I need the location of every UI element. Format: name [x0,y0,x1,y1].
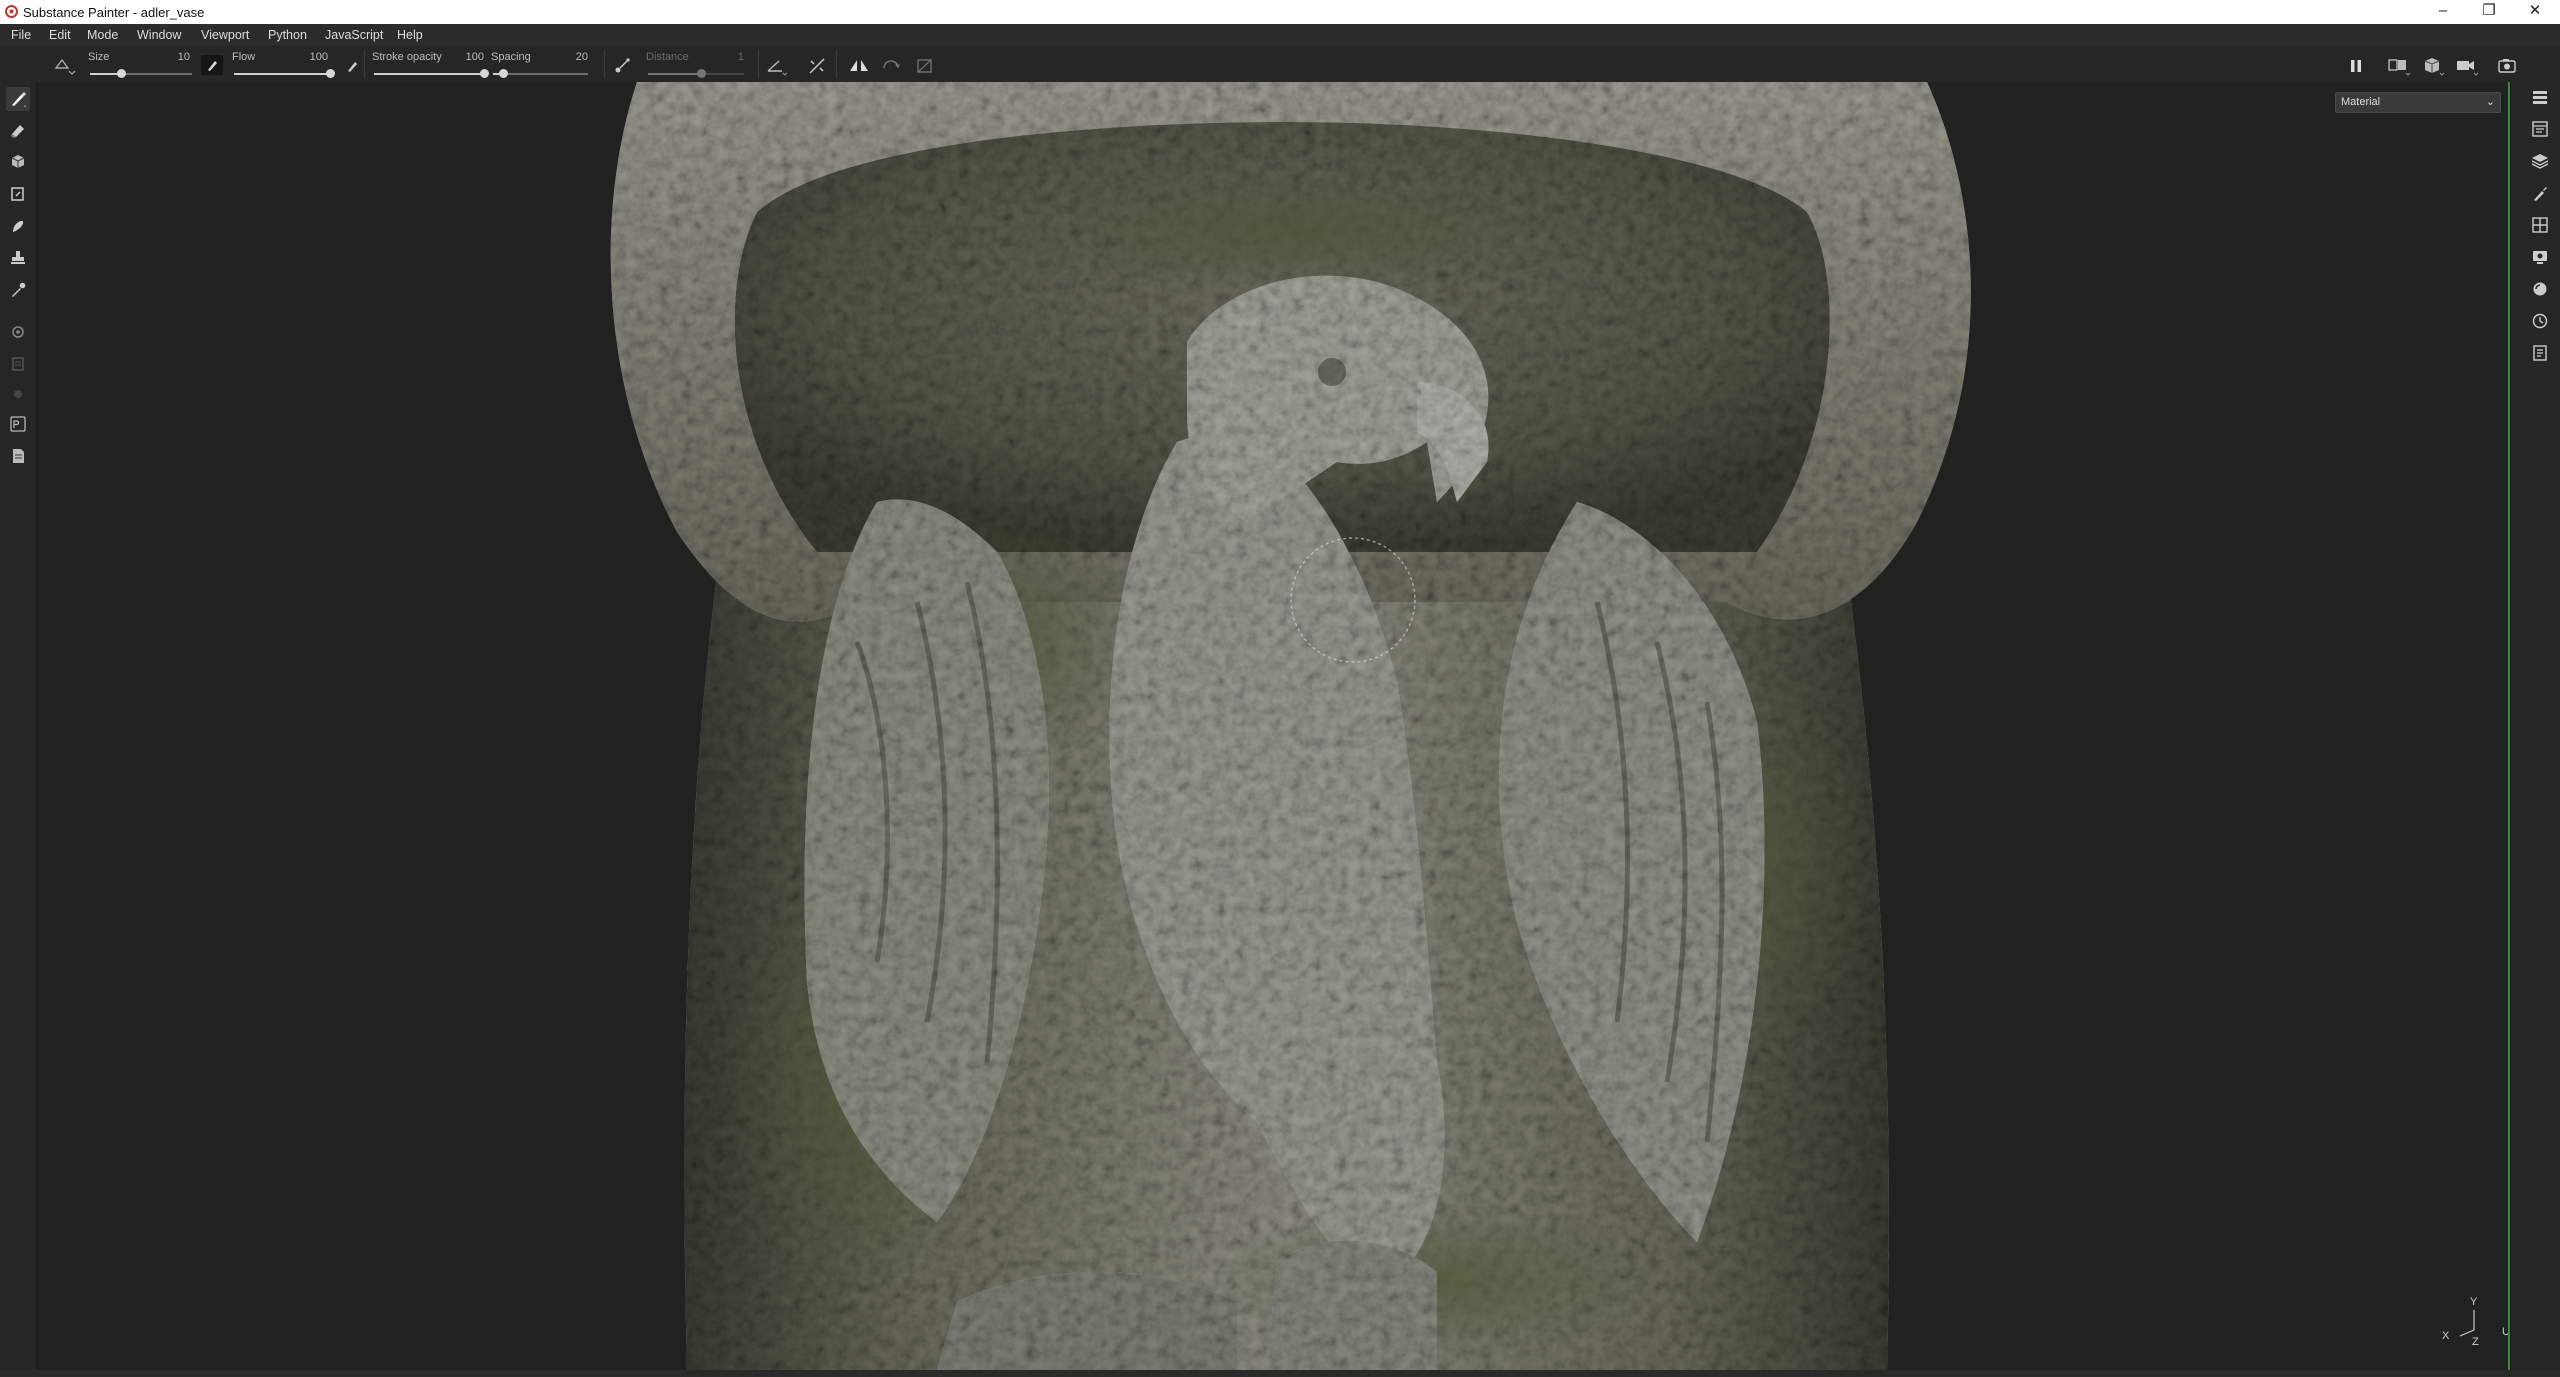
stroke-opacity-slider[interactable] [374,69,489,78]
symmetry-tool-icon[interactable] [52,54,76,76]
shader-settings-icon[interactable] [2529,278,2551,300]
distance-slider[interactable] [648,69,744,78]
toolbar-separator [758,50,759,78]
log-icon[interactable] [2529,342,2551,364]
restore-button[interactable]: ❐ [2466,0,2512,24]
size-slider[interactable] [90,69,192,78]
photoshop-icon[interactable] [6,412,30,436]
texture-set-list-icon[interactable] [2529,214,2551,236]
close-button[interactable]: ✕ [2512,0,2558,24]
layers-stack-icon[interactable] [2529,86,2551,108]
vase-eagle-render [610,82,1971,1370]
spacing-slider-handle[interactable] [499,69,508,78]
flow-label: Flow [232,51,256,63]
projection-icon[interactable] [6,150,30,174]
tool-options-bar: Size 10 Flow 100 Stroke opacity 100 Spac… [0,46,2560,83]
lazy-mouse-icon[interactable] [612,55,634,77]
toolbar-separator [836,50,837,78]
size-label: Size [88,51,110,63]
stroke-opacity-slider-handle[interactable] [480,69,489,78]
polygon-fill-icon[interactable] [6,182,30,206]
menu-python[interactable]: Python [268,28,307,42]
symmetry-settings-icon[interactable] [914,56,936,76]
axis-gizmo: Y X Z U [2434,1296,2514,1360]
align-to-surface-icon[interactable] [806,55,828,77]
display-settings-icon[interactable] [2529,246,2551,268]
flow-value[interactable]: 100 [304,51,328,63]
view-mode-3d-icon[interactable] [2420,55,2446,77]
flow-slider-handle[interactable] [326,69,335,78]
distance-slider-handle[interactable] [697,69,706,78]
toolbar-separator [364,50,365,78]
distance-label: Distance [646,51,689,63]
texture-set-icon[interactable] [6,444,30,468]
chevron-down-icon: ⌄ [2485,96,2495,108]
layer-icon[interactable] [2529,150,2551,172]
menu-edit[interactable]: Edit [49,28,71,42]
tools-sidebar [0,82,37,1377]
minimize-button[interactable]: – [2420,0,2466,24]
clone-stamp-icon[interactable] [6,246,30,270]
axis-y-label: Y [2470,1296,2478,1308]
pen-pressure-flow-icon[interactable] [342,56,362,76]
export-icon[interactable] [6,352,30,376]
share-icon[interactable] [6,382,30,406]
3d-viewport[interactable] [37,82,2508,1370]
pen-pressure-size-icon[interactable] [200,54,224,76]
status-strip [0,1370,2560,1377]
menu-bar: File Edit Mode Window Viewport Python Ja… [0,24,2560,46]
pause-icon[interactable] [2346,56,2366,76]
angle-lock-icon[interactable] [764,55,788,77]
properties-icon[interactable] [2529,118,2551,140]
mirror-symmetry-icon[interactable] [848,56,870,76]
axis-z-label: Z [2472,1336,2479,1348]
stroke-opacity-value[interactable]: 100 [460,51,484,63]
smudge-icon[interactable] [6,214,30,238]
menu-mode[interactable]: Mode [87,28,118,42]
title-bar: Substance Painter - adler_vase – ❐ ✕ [0,0,2560,24]
menu-javascript[interactable]: JavaScript [325,28,383,42]
menu-viewport[interactable]: Viewport [201,28,249,42]
menu-help[interactable]: Help [397,28,423,42]
distance-value[interactable]: 1 [724,51,744,63]
panels-sidebar [2510,82,2560,1377]
view-split-icon[interactable] [2386,55,2412,77]
stroke-opacity-slider-fill [374,73,484,75]
paint-brush-icon[interactable] [6,87,30,111]
color-picker-icon[interactable] [6,278,30,302]
screenshot-icon[interactable] [2496,55,2518,77]
spacing-value[interactable]: 20 [564,51,588,63]
channel-dropdown-value: Material [2341,96,2381,108]
window-title: Substance Painter - adler_vase [23,5,205,20]
distance-slider-fill [648,73,701,75]
camera-icon[interactable] [2454,55,2480,77]
brush-panel-icon[interactable] [2529,182,2551,204]
substance-painter-logo-icon [5,5,18,18]
axis-x-label: X [2442,1330,2450,1342]
spacing-label: Spacing [491,51,531,63]
menu-window[interactable]: Window [137,28,181,42]
radial-symmetry-icon[interactable] [880,56,902,76]
menu-file[interactable]: File [11,28,31,42]
toolbar-separator [604,50,605,78]
stroke-opacity-label: Stroke opacity [372,51,442,63]
spacing-slider[interactable] [493,69,588,78]
eraser-icon[interactable] [6,118,30,142]
history-icon[interactable] [2529,310,2551,332]
channel-dropdown[interactable]: Material ⌄ [2335,92,2501,113]
flow-slider[interactable] [234,69,335,78]
flow-slider-fill [234,73,330,75]
size-value[interactable]: 10 [166,51,190,63]
bake-icon[interactable] [6,320,30,344]
size-slider-handle[interactable] [117,69,126,78]
